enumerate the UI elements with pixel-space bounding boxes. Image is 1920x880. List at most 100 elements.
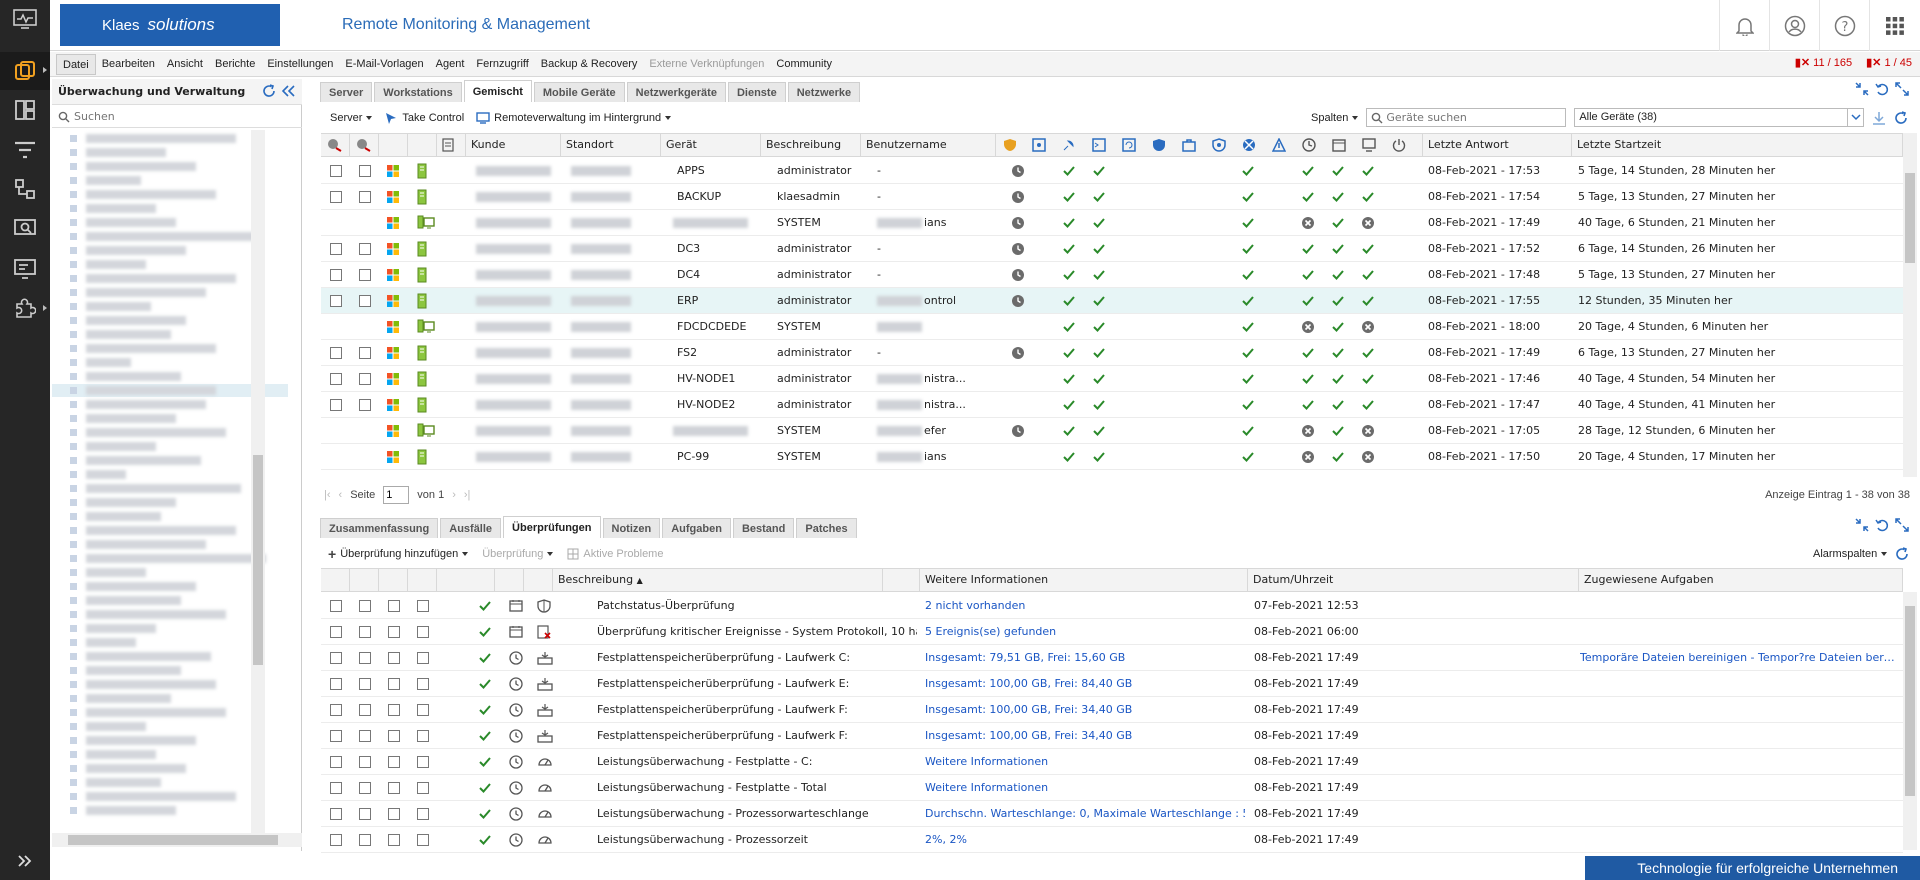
add-check-button[interactable]: + Überprüfung hinzufügen xyxy=(328,546,468,562)
check-info-link[interactable]: Weitere Informationen xyxy=(925,775,1245,801)
columns-dropdown[interactable]: Spalten xyxy=(1311,112,1358,124)
check-info-link[interactable]: Insgesamt: 100,00 GB, Frei: 84,40 GB xyxy=(925,671,1245,697)
check-row-checkbox-4[interactable] xyxy=(417,730,429,742)
devices-icon[interactable] xyxy=(0,52,50,90)
chk-col-datum[interactable]: Datum/Uhrzeit xyxy=(1248,569,1579,591)
check-row[interactable]: Festplattenspeicherüberprüfung - Laufwer… xyxy=(321,697,1903,723)
download-icon[interactable] xyxy=(1872,111,1886,125)
check-info-link[interactable]: 2%, 2% xyxy=(925,827,1245,853)
device-row[interactable]: HV-NODE1 administrator nistra... 08-Feb-202… xyxy=(321,366,1903,392)
monitor-icon[interactable] xyxy=(0,0,50,38)
check-row-checkbox-4[interactable] xyxy=(417,782,429,794)
security-col-icon[interactable] xyxy=(1212,138,1226,152)
check-row-checkbox-4[interactable] xyxy=(417,600,429,612)
check-row[interactable]: Überprüfung kritischer Ereignisse - Syst… xyxy=(321,619,1903,645)
remote-screen-icon[interactable] xyxy=(0,250,50,288)
search-screen-icon[interactable] xyxy=(0,210,50,248)
menu-backup[interactable]: Backup & Recovery xyxy=(535,54,644,75)
take-control-button[interactable]: Take Control xyxy=(384,111,464,125)
col-letzte-startzeit[interactable]: Letzte Startzeit xyxy=(1572,134,1903,156)
menu-berichte[interactable]: Berichte xyxy=(209,54,261,75)
menu-bearbeiten[interactable]: Bearbeiten xyxy=(96,54,161,75)
check-row[interactable]: Leistungsüberwachung - Festplatte - Tota… xyxy=(321,775,1903,801)
chk-col-d[interactable] xyxy=(408,569,437,591)
check-row-checkbox-4[interactable] xyxy=(417,704,429,716)
check-row-checkbox-1[interactable] xyxy=(330,678,342,690)
tab-dienste[interactable]: Dienste xyxy=(727,82,786,102)
device-row[interactable]: APPS administrator - 08-Feb-2021 - 17:53 5 T… xyxy=(321,158,1903,184)
check-row-checkbox-2[interactable] xyxy=(359,652,371,664)
device-row[interactable]: ERP administrator ontrol 08-Feb-2021 - 17:5… xyxy=(321,288,1903,314)
calendar-col-icon[interactable] xyxy=(1332,138,1346,152)
check-row-checkbox-4[interactable] xyxy=(417,808,429,820)
detail-expand-icon[interactable] xyxy=(1895,518,1909,532)
device-row[interactable]: SYSTEM efer 08-Feb-2021 - 17:05 28 Tage, 12… xyxy=(321,418,1903,444)
next-page-icon[interactable]: › xyxy=(452,489,456,501)
col-letzte-antwort[interactable]: Letzte Antwort xyxy=(1422,134,1572,156)
expand-icon[interactable] xyxy=(1895,82,1909,96)
device-search-input[interactable] xyxy=(1386,111,1563,124)
row-select-checkbox-2[interactable] xyxy=(359,399,371,411)
warning-col-icon[interactable] xyxy=(1272,138,1286,152)
tab-gemischt[interactable]: Gemischt xyxy=(463,80,532,102)
check-row-checkbox-2[interactable] xyxy=(359,678,371,690)
check-row-checkbox-3[interactable] xyxy=(388,730,400,742)
pager-page-input[interactable] xyxy=(383,486,410,504)
chk-col-aufgaben[interactable]: Zugewiesene Aufgaben xyxy=(1579,569,1903,591)
check-row-checkbox-2[interactable] xyxy=(359,756,371,768)
puzzle-icon[interactable] xyxy=(0,290,50,328)
topology-icon[interactable] xyxy=(0,170,50,208)
script-col-icon[interactable] xyxy=(1092,138,1106,152)
device-row[interactable]: SYSTEM ians 08-Feb-2021 - 17:49 40 Tage, 6 … xyxy=(321,210,1903,236)
row-select-checkbox[interactable] xyxy=(330,347,342,359)
assigned-task-link[interactable]: Temporäre Dateien bereinigen - Tempor?re… xyxy=(1580,645,1900,671)
check-row-checkbox-3[interactable] xyxy=(388,704,400,716)
check-row-checkbox-1[interactable] xyxy=(330,782,342,794)
detail-shrink-icon[interactable] xyxy=(1855,518,1869,532)
check-row[interactable]: Festplattenspeicherüberprüfung - Laufwer… xyxy=(321,723,1903,749)
check-row-checkbox-2[interactable] xyxy=(359,600,371,612)
tab-ueberpruefungen[interactable]: Überprüfungen xyxy=(503,516,601,538)
detail-reload-icon[interactable] xyxy=(1895,546,1909,561)
row-select-checkbox[interactable] xyxy=(330,243,342,255)
patch-col-icon[interactable] xyxy=(1002,138,1018,152)
check-row-checkbox-3[interactable] xyxy=(388,678,400,690)
check-row[interactable]: Leistungsüberwachung - Festplatte - C: We… xyxy=(321,749,1903,775)
check-row-checkbox-2[interactable] xyxy=(359,808,371,820)
tab-zusammenfassung[interactable]: Zusammenfassung xyxy=(320,518,439,538)
bell-icon[interactable] xyxy=(1719,0,1769,51)
sidebar-vscroll-thumb[interactable] xyxy=(253,455,263,665)
menu-ansicht[interactable]: Ansicht xyxy=(161,54,209,75)
tab-server[interactable]: Server xyxy=(320,82,373,102)
check-info-link[interactable]: 2 nicht vorhanden xyxy=(925,593,1245,619)
server-dropdown[interactable]: Server xyxy=(330,112,372,124)
chk-col-beschreibung[interactable]: Beschreibung ▲ xyxy=(553,569,883,591)
check-row-checkbox-1[interactable] xyxy=(330,652,342,664)
check-row-checkbox-1[interactable] xyxy=(330,756,342,768)
menu-email-vorlagen[interactable]: E-Mail-Vorlagen xyxy=(339,54,429,75)
check-row-checkbox-3[interactable] xyxy=(388,782,400,794)
row-select-checkbox[interactable] xyxy=(330,295,342,307)
row-select-checkbox[interactable] xyxy=(330,399,342,411)
check-row[interactable]: Festplattenspeicherüberprüfung - Laufwer… xyxy=(321,671,1903,697)
alert-count-a[interactable]: ▮✕ 11 / 165 xyxy=(1795,56,1852,69)
check-row-checkbox-3[interactable] xyxy=(388,600,400,612)
tab-aufgaben[interactable]: Aufgaben xyxy=(662,518,731,538)
alarm-columns-dropdown[interactable]: Alarmspalten xyxy=(1813,548,1887,560)
remote-mgmt-button[interactable]: Remoteverwaltung im Hintergrund xyxy=(476,112,671,124)
device-row[interactable]: FS2 administrator - 08-Feb-2021 - 17:49 6 Ta… xyxy=(321,340,1903,366)
tab-patches[interactable]: Patches xyxy=(796,518,857,538)
reload-icon[interactable] xyxy=(1894,110,1908,125)
check-row-checkbox-3[interactable] xyxy=(388,756,400,768)
check-info-link[interactable]: Weitere Informationen xyxy=(925,749,1245,775)
check-row-checkbox-4[interactable] xyxy=(417,756,429,768)
check-row[interactable]: Festplattenspeicherüberprüfung - Laufwer… xyxy=(321,645,1903,671)
chk-col-type[interactable] xyxy=(495,569,524,591)
chk-col-a[interactable] xyxy=(321,569,350,591)
check-info-link[interactable]: Insgesamt: 100,00 GB, Frei: 34,40 GB xyxy=(925,723,1245,749)
check-row-checkbox-2[interactable] xyxy=(359,834,371,846)
device-grid-vscroll[interactable] xyxy=(1903,133,1917,477)
expand-rail-icon[interactable] xyxy=(0,842,50,880)
tab-netzwerke[interactable]: Netzwerke xyxy=(787,82,861,102)
check-row-checkbox-1[interactable] xyxy=(330,704,342,716)
